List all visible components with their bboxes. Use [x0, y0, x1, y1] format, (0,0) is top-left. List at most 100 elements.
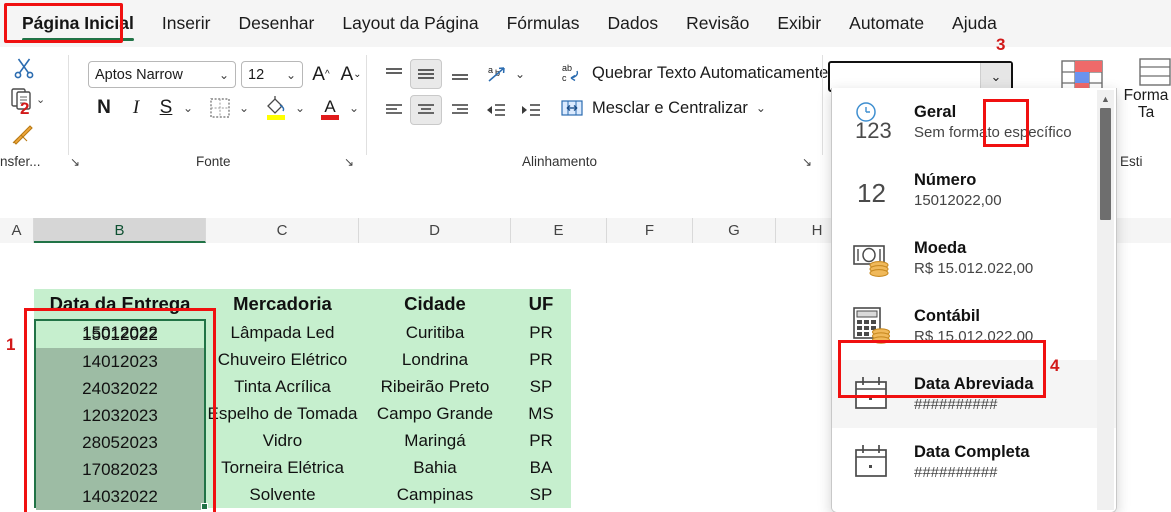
- italic-button[interactable]: I: [124, 95, 148, 121]
- ribbon-tab-5[interactable]: Dados: [594, 0, 673, 47]
- table-header-cell[interactable]: UF: [511, 289, 571, 319]
- font-name-combobox[interactable]: Aptos Narrow ⌄: [88, 61, 236, 88]
- column-header-F[interactable]: F: [607, 218, 693, 243]
- table-cell[interactable]: Campo Grande: [359, 400, 511, 427]
- decrease-indent-button[interactable]: [482, 97, 510, 123]
- group-separator: [68, 55, 69, 155]
- table-cell[interactable]: Chuveiro Elétrico: [206, 346, 359, 373]
- number-format-item-2[interactable]: Moeda R$ 15.012.022,00: [832, 224, 1116, 292]
- fill-color-chevron-down-icon[interactable]: ⌄: [292, 99, 308, 117]
- table-cell[interactable]: Curitiba: [359, 319, 511, 346]
- table-cell[interactable]: Tinta Acrílica: [206, 373, 359, 400]
- align-middle-button[interactable]: [410, 59, 442, 89]
- table-cell[interactable]: Ribeirão Preto: [359, 373, 511, 400]
- group-separator: [822, 55, 823, 155]
- merge-center-button[interactable]: Mesclar e Centralizar ⌄: [560, 97, 766, 119]
- ribbon-tab-1[interactable]: Inserir: [148, 0, 225, 47]
- scissors-icon[interactable]: [12, 56, 36, 80]
- chevron-down-icon: ⌄: [218, 67, 229, 82]
- table-cell[interactable]: Bahia: [359, 454, 511, 481]
- column-header-B[interactable]: B: [34, 218, 206, 243]
- column-header-G[interactable]: G: [693, 218, 776, 243]
- table-cell[interactable]: Maringá: [359, 427, 511, 454]
- ribbon-tab-label: Ajuda: [952, 13, 997, 33]
- align-bottom-button[interactable]: [446, 61, 474, 87]
- increase-font-size-button[interactable]: A ^: [308, 61, 334, 88]
- number-format-item-name: Número: [914, 171, 977, 189]
- table-cell[interactable]: Campinas: [359, 481, 511, 508]
- font-color-chevron-down-icon[interactable]: ⌄: [346, 99, 362, 117]
- number-format-list: 123 Geral Sem formato específico 12 Número 15…: [832, 88, 1116, 512]
- table-cell[interactable]: Lâmpada Led: [206, 319, 359, 346]
- font-size-combobox[interactable]: 12 ⌄: [241, 61, 303, 88]
- number-format-item-name: Data Completa: [914, 443, 1030, 461]
- ribbon-tab-7[interactable]: Exibir: [763, 0, 835, 47]
- column-header-D[interactable]: D: [359, 218, 511, 243]
- font-color-button[interactable]: A: [316, 93, 344, 123]
- align-center-button[interactable]: [410, 95, 442, 125]
- table-cell[interactable]: Vidro: [206, 427, 359, 454]
- decrease-font-size-button[interactable]: A ⌄: [338, 61, 364, 88]
- wrap-text-button[interactable]: ab c Quebrar Texto Automaticamente: [560, 61, 828, 85]
- format-as-table-icon[interactable]: [1138, 57, 1171, 87]
- orientation-chevron-down-icon[interactable]: ⌄: [512, 65, 528, 83]
- table-cell[interactable]: PR: [511, 427, 571, 454]
- underline-button[interactable]: S: [154, 95, 178, 121]
- scroll-up-icon[interactable]: ▲: [1097, 90, 1114, 107]
- grow-font-label: A: [312, 63, 325, 85]
- ribbon-tab-4[interactable]: Fórmulas: [493, 0, 594, 47]
- fill-color-button[interactable]: [262, 93, 290, 123]
- svg-text:12: 12: [857, 178, 886, 208]
- borders-button[interactable]: [206, 95, 234, 121]
- table-cell[interactable]: Solvente: [206, 481, 359, 508]
- paintbrush-icon[interactable]: [10, 122, 36, 146]
- ribbon-tab-3[interactable]: Layout da Página: [328, 0, 492, 47]
- clock-icon: [848, 508, 900, 512]
- ribbon-tab-label: Revisão: [686, 13, 750, 33]
- underline-chevron-down-icon[interactable]: ⌄: [180, 99, 196, 117]
- svg-text:a: a: [488, 65, 493, 75]
- wrap-text-label: Quebrar Texto Automaticamente: [592, 63, 829, 82]
- number-format-item-text: Número 15012022,00: [914, 171, 1002, 209]
- align-left-button[interactable]: [380, 97, 408, 123]
- orientation-button[interactable]: a b: [482, 59, 512, 89]
- table-cell[interactable]: BA: [511, 454, 571, 481]
- align-top-button[interactable]: [380, 61, 408, 87]
- table-header-cell[interactable]: Mercadoria: [206, 289, 359, 319]
- table-cell[interactable]: PR: [511, 346, 571, 373]
- column-header-A[interactable]: A: [0, 218, 34, 243]
- borders-chevron-down-icon[interactable]: ⌄: [236, 99, 252, 117]
- table-cell[interactable]: Espelho de Tomada: [206, 400, 359, 427]
- bold-button[interactable]: N: [92, 95, 116, 121]
- number-format-item-5[interactable]: Data Completa ##########: [832, 428, 1116, 496]
- table-cell[interactable]: SP: [511, 373, 571, 400]
- annotation-number-3: 3: [996, 35, 1006, 54]
- merge-center-label: Mesclar e Centralizar: [592, 98, 748, 117]
- font-size-value: 12: [248, 66, 265, 83]
- table-cell[interactable]: SP: [511, 481, 571, 508]
- dropdown-scrollbar[interactable]: ▲: [1097, 90, 1114, 510]
- table-cell[interactable]: PR: [511, 319, 571, 346]
- format-as-table-label[interactable]: Forma Ta: [1116, 87, 1171, 121]
- align-right-button[interactable]: [446, 97, 474, 123]
- font-dialog-launcher-icon[interactable]: ↘: [344, 155, 354, 169]
- number-format-item-6[interactable]: Hora##########: [832, 496, 1116, 512]
- scrollbar-thumb[interactable]: [1100, 108, 1111, 220]
- number-format-dropdown-arrow[interactable]: ⌄: [980, 63, 1011, 90]
- alignment-dialog-launcher-icon[interactable]: ↘: [802, 155, 812, 169]
- number-format-item-1[interactable]: 12 Número 15012022,00: [832, 156, 1116, 224]
- column-header-C[interactable]: C: [206, 218, 359, 243]
- increase-indent-button[interactable]: [517, 97, 545, 123]
- number-format-item-sample: ##########: [914, 464, 998, 481]
- table-cell[interactable]: Londrina: [359, 346, 511, 373]
- number-format-item-0[interactable]: 123 Geral Sem formato específico: [832, 88, 1116, 156]
- ribbon-tab-2[interactable]: Desenhar: [224, 0, 328, 47]
- ribbon-tab-6[interactable]: Revisão: [672, 0, 763, 47]
- table-cell[interactable]: MS: [511, 400, 571, 427]
- excel-window: Página Inicial Inserir Desenhar Layout da P…: [0, 0, 1171, 512]
- table-cell[interactable]: Torneira Elétrica: [206, 454, 359, 481]
- merge-center-chevron-down-icon[interactable]: ⌄: [756, 102, 766, 114]
- column-header-E[interactable]: E: [511, 218, 607, 243]
- ribbon-tab-8[interactable]: Automate: [835, 0, 938, 47]
- table-header-cell[interactable]: Cidade: [359, 289, 511, 319]
